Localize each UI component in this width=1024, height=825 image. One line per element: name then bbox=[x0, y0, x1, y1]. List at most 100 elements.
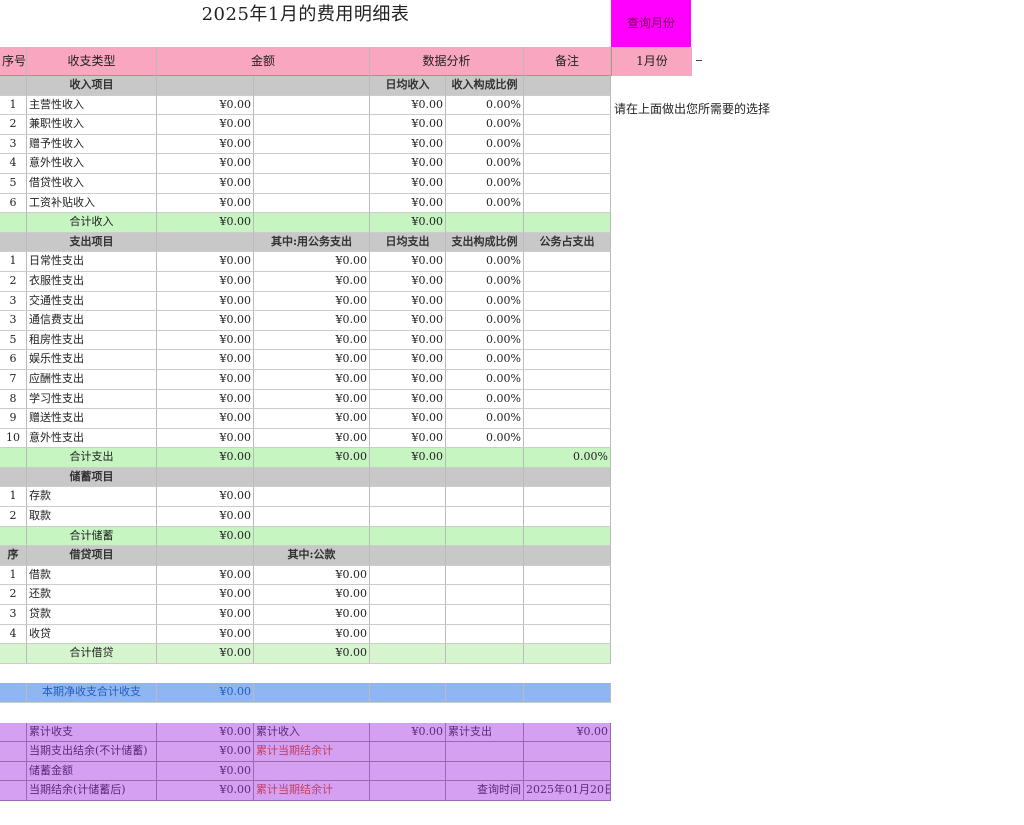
remark-cell[interactable] bbox=[524, 487, 611, 508]
dropdown-caret-icon[interactable] bbox=[696, 60, 702, 61]
expense-amount-cell[interactable]: ¥0.00 bbox=[157, 330, 254, 351]
expense-amount-cell[interactable]: ¥0.00 bbox=[157, 409, 254, 429]
expense-ratio-cell[interactable]: 0.00% bbox=[446, 311, 524, 331]
remark-cell[interactable] bbox=[524, 409, 611, 429]
net-balance-amount[interactable]: ¥0.00 bbox=[157, 683, 254, 703]
expense-amount-cell[interactable]: ¥0.00 bbox=[157, 369, 254, 390]
expense-amount-cell[interactable]: ¥0.00 bbox=[157, 252, 254, 272]
income-avg-cell[interactable]: ¥0.00 bbox=[370, 154, 446, 174]
remark-cell[interactable] bbox=[524, 507, 611, 527]
savings-amount-cell[interactable]: ¥0.00 bbox=[157, 487, 254, 508]
month-select[interactable]: 1月份 bbox=[611, 47, 692, 76]
income-ratio-cell[interactable]: 0.00% bbox=[446, 115, 524, 135]
empty-cell[interactable] bbox=[370, 585, 446, 606]
empty-cell[interactable] bbox=[370, 624, 446, 645]
empty-cell[interactable] bbox=[254, 193, 370, 214]
income-amount-cell[interactable]: ¥0.00 bbox=[157, 115, 254, 135]
empty-cell[interactable] bbox=[446, 565, 524, 586]
remark-cell[interactable] bbox=[524, 350, 611, 370]
empty-cell[interactable] bbox=[254, 507, 370, 527]
remark-cell[interactable] bbox=[524, 311, 611, 331]
empty-cell[interactable] bbox=[446, 605, 524, 625]
expense-public-cell[interactable]: ¥0.00 bbox=[254, 350, 370, 370]
summary-value-3[interactable] bbox=[524, 742, 611, 762]
remark-cell[interactable] bbox=[524, 330, 611, 351]
income-amount-cell[interactable]: ¥0.00 bbox=[157, 173, 254, 194]
expense-amount-cell[interactable]: ¥0.00 bbox=[157, 271, 254, 292]
summary-value-2[interactable] bbox=[370, 742, 446, 762]
remark-cell[interactable] bbox=[524, 585, 611, 606]
expense-avg-cell[interactable]: ¥0.00 bbox=[370, 369, 446, 390]
income-amount-cell[interactable]: ¥0.00 bbox=[157, 154, 254, 174]
empty-cell[interactable] bbox=[446, 624, 524, 645]
loan-public-cell[interactable]: ¥0.00 bbox=[254, 585, 370, 606]
empty-cell[interactable] bbox=[446, 507, 524, 527]
query-month-button[interactable]: 查询月份 bbox=[611, 0, 691, 47]
expense-avg-cell[interactable]: ¥0.00 bbox=[370, 252, 446, 272]
expense-avg-cell[interactable]: ¥0.00 bbox=[370, 350, 446, 370]
expense-avg-cell[interactable]: ¥0.00 bbox=[370, 389, 446, 410]
empty-cell[interactable] bbox=[254, 134, 370, 155]
expense-avg-cell[interactable]: ¥0.00 bbox=[370, 428, 446, 449]
expense-ratio-cell[interactable]: 0.00% bbox=[446, 428, 524, 449]
expense-amount-cell[interactable]: ¥0.00 bbox=[157, 311, 254, 331]
loan-public-cell[interactable]: ¥0.00 bbox=[254, 605, 370, 625]
empty-cell[interactable] bbox=[370, 507, 446, 527]
savings-total-amount[interactable]: ¥0.00 bbox=[157, 526, 254, 547]
expense-ratio-cell[interactable]: 0.00% bbox=[446, 409, 524, 429]
remark-cell[interactable] bbox=[524, 389, 611, 410]
expense-amount-cell[interactable]: ¥0.00 bbox=[157, 291, 254, 312]
remark-cell[interactable] bbox=[524, 428, 611, 449]
empty-cell[interactable] bbox=[370, 605, 446, 625]
summary-value-3[interactable]: ¥0.00 bbox=[524, 722, 611, 743]
loans-total-public[interactable]: ¥0.00 bbox=[254, 644, 370, 664]
loan-public-cell[interactable]: ¥0.00 bbox=[254, 624, 370, 645]
remark-cell[interactable] bbox=[524, 193, 611, 214]
remark-cell[interactable] bbox=[524, 134, 611, 155]
loans-total-amount[interactable]: ¥0.00 bbox=[157, 644, 254, 664]
expense-public-cell[interactable]: ¥0.00 bbox=[254, 389, 370, 410]
loan-amount-cell[interactable]: ¥0.00 bbox=[157, 605, 254, 625]
remark-cell[interactable] bbox=[524, 605, 611, 625]
empty-cell[interactable] bbox=[254, 95, 370, 116]
empty-cell[interactable] bbox=[254, 154, 370, 174]
loan-public-cell[interactable]: ¥0.00 bbox=[254, 565, 370, 586]
expense-total-public[interactable]: ¥0.00 bbox=[254, 448, 370, 468]
summary-value-2[interactable] bbox=[370, 781, 446, 801]
remark-cell[interactable] bbox=[524, 271, 611, 292]
empty-cell[interactable] bbox=[254, 487, 370, 508]
expense-public-cell[interactable]: ¥0.00 bbox=[254, 271, 370, 292]
empty-cell[interactable] bbox=[370, 565, 446, 586]
summary-value-2[interactable]: ¥0.00 bbox=[370, 722, 446, 743]
loan-amount-cell[interactable]: ¥0.00 bbox=[157, 624, 254, 645]
expense-ratio-cell[interactable]: 0.00% bbox=[446, 389, 524, 410]
expense-ratio-cell[interactable]: 0.00% bbox=[446, 350, 524, 370]
remark-cell[interactable] bbox=[524, 291, 611, 312]
income-ratio-cell[interactable]: 0.00% bbox=[446, 95, 524, 116]
savings-amount-cell[interactable]: ¥0.00 bbox=[157, 507, 254, 527]
income-ratio-cell[interactable]: 0.00% bbox=[446, 193, 524, 214]
expense-public-cell[interactable]: ¥0.00 bbox=[254, 311, 370, 331]
remark-cell[interactable] bbox=[524, 173, 611, 194]
expense-total-avg[interactable]: ¥0.00 bbox=[370, 448, 446, 468]
empty-cell[interactable] bbox=[254, 115, 370, 135]
expense-public-cell[interactable]: ¥0.00 bbox=[254, 291, 370, 312]
income-ratio-cell[interactable]: 0.00% bbox=[446, 173, 524, 194]
expense-total-public-share[interactable]: 0.00% bbox=[524, 448, 611, 468]
expense-ratio-cell[interactable]: 0.00% bbox=[446, 252, 524, 272]
summary-value-3[interactable] bbox=[524, 761, 611, 782]
remark-cell[interactable] bbox=[524, 115, 611, 135]
expense-avg-cell[interactable]: ¥0.00 bbox=[370, 409, 446, 429]
empty-cell[interactable] bbox=[370, 487, 446, 508]
summary-value[interactable]: ¥0.00 bbox=[157, 742, 254, 762]
expense-public-cell[interactable]: ¥0.00 bbox=[254, 369, 370, 390]
remark-cell[interactable] bbox=[524, 95, 611, 116]
income-total-amount[interactable]: ¥0.00 bbox=[157, 213, 254, 233]
income-avg-cell[interactable]: ¥0.00 bbox=[370, 134, 446, 155]
summary-value[interactable]: ¥0.00 bbox=[157, 761, 254, 782]
expense-public-cell[interactable]: ¥0.00 bbox=[254, 252, 370, 272]
income-ratio-cell[interactable]: 0.00% bbox=[446, 134, 524, 155]
income-amount-cell[interactable]: ¥0.00 bbox=[157, 95, 254, 116]
expense-avg-cell[interactable]: ¥0.00 bbox=[370, 311, 446, 331]
empty-cell[interactable] bbox=[446, 585, 524, 606]
